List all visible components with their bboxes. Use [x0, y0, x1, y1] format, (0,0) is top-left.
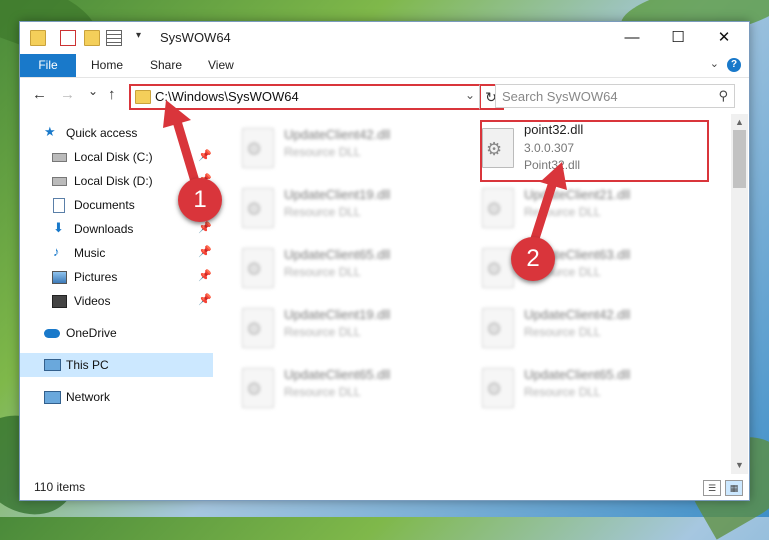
step-badge-2: 2 [511, 237, 555, 281]
arrow-1-head [163, 100, 191, 128]
step-badge-1: 1 [178, 178, 222, 222]
arrow-2-head [540, 162, 567, 190]
arrow-1 [171, 113, 202, 193]
annotation-arrows [163, 100, 567, 253]
